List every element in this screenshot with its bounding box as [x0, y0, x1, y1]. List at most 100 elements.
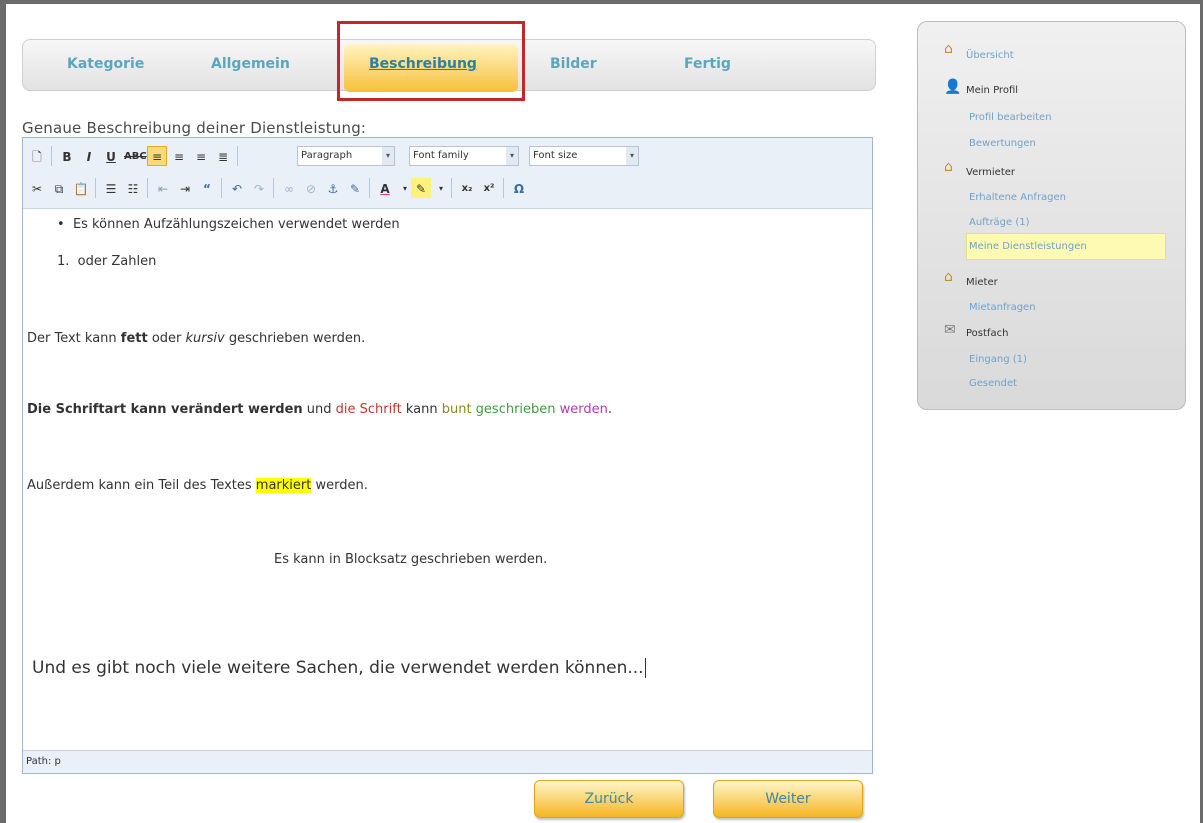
tab-bilder[interactable]: Bilder [550, 56, 597, 72]
toolbar-separator [369, 178, 370, 198]
text-line-large: Und es gibt noch viele weitere Sachen, d… [32, 658, 651, 678]
paste-icon[interactable]: 📋 [71, 178, 91, 198]
new-document-icon[interactable]: 🗋 [27, 146, 47, 166]
text-cursor [644, 658, 651, 678]
chevron-down-icon: ▾ [506, 147, 518, 165]
rich-text-editor: 🗋 B I U ABC ≡ ≡ ≡ ≣ Paragraph ▾ Font fami… [22, 137, 873, 774]
magenta-text: werden [555, 402, 608, 417]
next-button[interactable]: Weiter [713, 780, 863, 818]
text-run: oder [147, 331, 186, 346]
paragraph-select[interactable]: Paragraph ▾ [297, 146, 395, 166]
sidebar-item-my-services[interactable]: Meine Dienstleistungen [969, 241, 1087, 252]
toolbar-separator [221, 178, 222, 198]
sidebar-item-sent[interactable]: Gesendet [969, 378, 1017, 389]
home-icon: ⌂ [944, 159, 953, 175]
cut-icon[interactable]: ✂ [27, 178, 47, 198]
numbered-list-icon[interactable]: ☷ [123, 178, 143, 198]
sidebar-section-landlord: Vermieter [966, 167, 1016, 178]
back-button[interactable]: Zurück [534, 780, 684, 818]
font-size-select[interactable]: Font size ▾ [529, 146, 639, 166]
bullet-list-item: • Es können Aufzählungszeichen verwendet… [57, 217, 400, 232]
text-run: Außerdem kann ein Teil des Textes [27, 478, 256, 493]
sidebar-item-orders[interactable]: Aufträge (1) [969, 217, 1030, 228]
numbered-text: oder Zahlen [77, 254, 157, 269]
toolbar-separator [503, 178, 504, 198]
font-size-select-label: Font size [533, 150, 578, 161]
link-icon[interactable]: ∞ [279, 178, 299, 198]
toolbar-separator [273, 178, 274, 198]
bold-text: fett [120, 331, 148, 346]
sidebar-item-overview[interactable]: Übersicht [966, 50, 1014, 61]
editor-content[interactable]: • Es können Aufzählungszeichen verwendet… [23, 210, 872, 748]
align-left-button[interactable]: ≡ [147, 146, 167, 166]
bullet-text: Es können Aufzählungszeichen verwendet w… [72, 217, 400, 232]
align-center-button[interactable]: ≡ [169, 146, 189, 166]
align-right-button[interactable]: ≡ [191, 146, 211, 166]
bullet-list-icon[interactable]: ☰ [101, 178, 121, 198]
strikethrough-button[interactable]: ABC [123, 146, 147, 166]
special-char-icon[interactable]: Ω [509, 178, 529, 198]
text-run: Der Text kann [27, 331, 121, 346]
font-family-select[interactable]: Font family ▾ [409, 146, 519, 166]
indent-icon[interactable]: ⇥ [175, 178, 195, 198]
sidebar-item-received-requests[interactable]: Erhaltene Anfragen [969, 192, 1066, 203]
chevron-down-icon: ▾ [626, 147, 638, 165]
text-line-bold-italic: Der Text kann fett oder kursiv geschrieb… [27, 331, 365, 346]
red-text: die Schrift [335, 402, 402, 417]
toolbar-separator [51, 146, 52, 166]
highlight-color-icon[interactable]: ✎ [411, 178, 431, 198]
underline-button[interactable]: U [101, 146, 121, 166]
bullet-icon: • [57, 217, 73, 232]
large-text: Und es gibt noch viele weitere Sachen, d… [32, 658, 644, 678]
blockquote-icon[interactable]: “ [197, 178, 217, 198]
sidebar-item-edit-profile[interactable]: Profil bearbeiten [969, 112, 1052, 123]
text-line-highlight: Außerdem kann ein Teil des Textes markie… [27, 478, 368, 493]
text-run: kann [401, 402, 442, 417]
selection-frame [337, 21, 525, 101]
cleanup-icon[interactable]: ✎ [345, 178, 365, 198]
tab-allgemein[interactable]: Allgemein [211, 56, 290, 72]
superscript-icon[interactable]: x² [479, 178, 499, 198]
chevron-down-icon: ▾ [382, 147, 394, 165]
tab-kategorie[interactable]: Kategorie [67, 56, 144, 72]
align-justify-button[interactable]: ≣ [213, 146, 233, 166]
text-line-colors: Die Schriftart kann verändert werden und… [27, 402, 612, 417]
redo-icon[interactable]: ↷ [249, 178, 269, 198]
highlighted-text: markiert [255, 478, 312, 493]
sidebar-section-tenant: Mieter [966, 277, 998, 288]
font-family-select-label: Font family [413, 150, 469, 161]
paragraph-select-label: Paragraph [301, 150, 353, 161]
sidebar-item-ratings[interactable]: Bewertungen [969, 138, 1036, 149]
green-text: geschrieben [471, 402, 556, 417]
font-changed-text: Die Schriftart kann verändert werden [27, 402, 303, 417]
toolbar-separator [147, 178, 148, 198]
italic-text: kursiv [185, 331, 225, 346]
chevron-down-icon[interactable]: ▾ [431, 178, 451, 198]
editor-toolbar: 🗋 B I U ABC ≡ ≡ ≡ ≣ Paragraph ▾ Font fami… [23, 138, 872, 209]
bold-button[interactable]: B [57, 146, 77, 166]
text-run: werden. [311, 478, 368, 493]
toolbar-separator [95, 178, 96, 198]
section-heading: Genaue Beschreibung deiner Dienstleistun… [22, 119, 367, 137]
toolbar-separator [237, 146, 238, 166]
unlink-icon[interactable]: ⊘ [301, 178, 321, 198]
anchor-icon[interactable]: ⚓ [323, 178, 343, 198]
mailbox-icon: ✉ [944, 322, 956, 338]
copy-icon[interactable]: ⧉ [49, 178, 69, 198]
list-number: 1. [57, 254, 70, 269]
text-line-centered: Es kann in Blocksatz geschrieben werden. [274, 552, 548, 567]
outdent-icon[interactable]: ⇤ [153, 178, 173, 198]
text-run: und [302, 402, 336, 417]
sidebar-item-rental-requests[interactable]: Mietanfragen [969, 302, 1036, 313]
tab-fertig[interactable]: Fertig [684, 56, 731, 72]
italic-button[interactable]: I [79, 146, 99, 166]
text-run: . [607, 402, 613, 417]
editor-path-bar: Path: p [23, 750, 872, 773]
undo-icon[interactable]: ↶ [227, 178, 247, 198]
subscript-icon[interactable]: x₂ [457, 178, 477, 198]
text-run: geschrieben werden. [224, 331, 366, 346]
home-icon: ⌂ [944, 41, 953, 57]
sidebar-section-mailbox: Postfach [966, 328, 1009, 339]
font-color-icon[interactable]: A [375, 178, 395, 198]
sidebar-item-inbox[interactable]: Eingang (1) [969, 354, 1027, 365]
